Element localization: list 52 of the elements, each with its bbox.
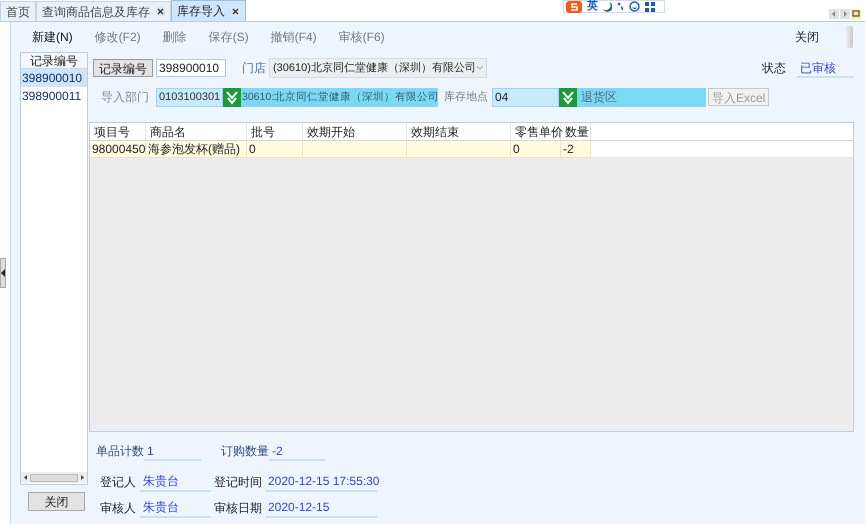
status-field: 已审核 — [797, 58, 854, 78]
location-name-field: 退货区 — [577, 88, 706, 107]
tab[interactable]: 首页 — [0, 1, 36, 21]
field-label: 登记人 — [100, 474, 137, 491]
store-dropdown[interactable]: (30610)北京同仁堂健康（深圳）有限公司 — [269, 58, 487, 78]
status-label: 状态 — [762, 60, 786, 78]
moon-icon[interactable] — [603, 2, 612, 12]
value-field: 朱贵台 — [140, 497, 211, 518]
column-header: 记录编号 — [21, 53, 87, 69]
record-item[interactable]: 398900011 — [21, 87, 87, 105]
field-label: 审核日期 — [214, 500, 262, 517]
ime-mode-label[interactable]: 英 — [587, 1, 598, 12]
value-field: 2020-12-15 — [265, 497, 377, 518]
smiley-icon[interactable] — [629, 1, 640, 12]
chevron-down-icon[interactable] — [559, 88, 577, 107]
location-label: 库存地点 — [444, 90, 488, 105]
table-cell: 98000450 — [90, 141, 146, 158]
table-cell: 0 — [247, 141, 303, 158]
table-cell: -2 — [561, 141, 591, 158]
field-label: 登记时间 — [214, 474, 262, 491]
horizontal-scrollbar[interactable] — [21, 472, 87, 483]
location-code-field[interactable]: 04 — [492, 88, 559, 107]
dropdown-icon — [477, 66, 483, 70]
record-number-field[interactable]: 398900010 — [156, 59, 226, 78]
close-button[interactable]: 关闭 — [795, 28, 819, 46]
table-cell: 海参泡发杯(赠品) — [146, 141, 247, 158]
restore-icon[interactable] — [851, 9, 861, 19]
department-name-field: 30610:北京同仁堂健康（深圳）有限公司 — [241, 88, 438, 107]
collapse-handle[interactable] — [0, 258, 6, 288]
record-item[interactable]: 398900010 — [21, 69, 87, 87]
value-field: 2020-12-15 17:55:30 — [265, 471, 377, 492]
field-label: 单品计数 — [96, 443, 144, 460]
department-code-field[interactable]: 0103100301 — [156, 88, 223, 107]
chevron-down-icon[interactable] — [223, 88, 241, 107]
table-cell: 0 — [511, 141, 561, 158]
record-number-button[interactable]: 记录编号 — [93, 59, 153, 78]
close-icon[interactable] — [156, 7, 165, 16]
grid-icon[interactable] — [645, 2, 655, 12]
punctuation-icon[interactable] — [617, 2, 624, 11]
scrollbar-thumb[interactable] — [845, 26, 853, 48]
tab[interactable]: 查询商品信息及库存 — [36, 1, 171, 21]
close-icon[interactable] — [231, 6, 240, 16]
close-button[interactable]: 关闭 — [28, 492, 85, 511]
value-field: -2 — [269, 442, 326, 461]
department-label: 导入部门 — [101, 89, 149, 106]
field-label: 审核人 — [100, 500, 137, 517]
value-field: 1 — [144, 442, 201, 461]
store-label: 门店 — [242, 60, 266, 78]
value-field: 朱贵台 — [140, 471, 211, 492]
tab[interactable]: 库存导入 — [171, 0, 246, 21]
field-label: 订购数量 — [221, 443, 269, 460]
toolbar-button[interactable]: 新建(N) — [32, 28, 73, 46]
